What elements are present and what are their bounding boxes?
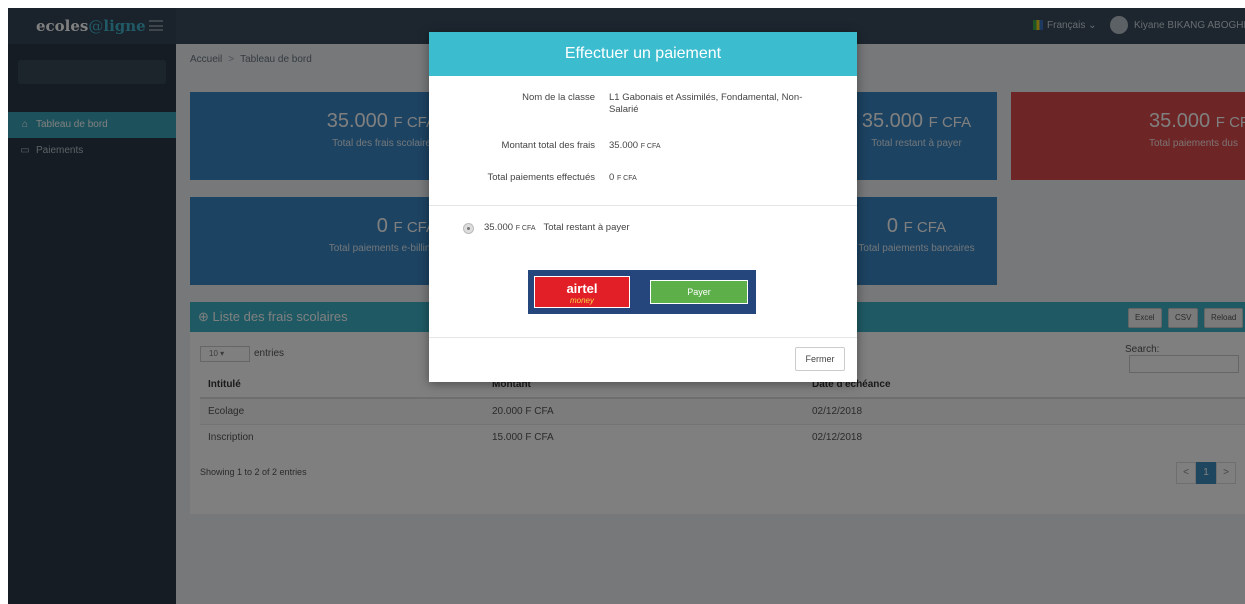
modal-title: Effectuer un paiement (429, 32, 857, 76)
pay-button[interactable]: Payer (650, 280, 748, 304)
airtel-sub: money (569, 296, 594, 305)
close-button[interactable]: Fermer (795, 347, 845, 371)
airtel-payment-widget: airtel money Payer (528, 270, 756, 314)
payment-modal: Effectuer un paiement Nom de la classe L… (429, 32, 857, 382)
airtel-money-logo: airtel money (534, 276, 630, 308)
divider (429, 205, 857, 206)
total-value: 35.000 F CFA (609, 140, 661, 151)
remaining-radio[interactable] (463, 223, 474, 234)
app-window: ecoles@ligne Français ⌄ Kiyane BIKANG AB… (8, 8, 1245, 604)
total-label: Montant total des frais (501, 140, 595, 151)
airtel-brand: airtel (566, 281, 598, 296)
paid-value: 0 F CFA (609, 172, 637, 183)
class-value: L1 Gabonais et Assimilés, Fondamental, N… (609, 92, 803, 115)
divider (429, 337, 857, 338)
class-label: Nom de la classe (522, 92, 595, 103)
remaining-option[interactable]: 35.000 F CFA Total restant à payer (484, 222, 630, 233)
paid-label: Total paiements effectués (487, 172, 595, 183)
